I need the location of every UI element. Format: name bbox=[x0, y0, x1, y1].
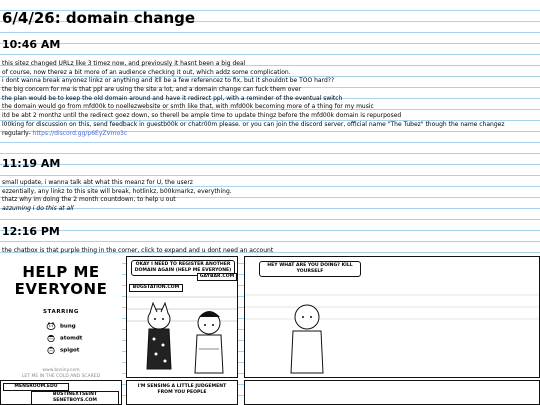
speech-bubble: HEY WHAT ARE YOU DOING? KILL YOURSELF bbox=[259, 261, 361, 277]
update-line: the big concern for me is that ppl are u… bbox=[2, 86, 302, 94]
comic-panel-1: OKAY I NEED TO REGISTER ANOTHER DOMAIN A… bbox=[126, 256, 238, 378]
atomdt-face-icon bbox=[46, 334, 56, 343]
update-line: the domain would go from mfd00k to noell… bbox=[2, 103, 374, 111]
update-line-prefix: regularly- bbox=[2, 129, 33, 137]
domain-sign: BUSTINEXTSEINT SENETBOYS.COM bbox=[31, 391, 119, 404]
update-line: small update, i wanna talk abt what this… bbox=[2, 179, 193, 186]
cast-name: spigot bbox=[60, 347, 80, 354]
comic-starring: STARRING bbox=[43, 309, 79, 315]
comic-title: HELP ME EVERYONE bbox=[0, 264, 122, 298]
comic-title-line: EVERYONE bbox=[14, 280, 108, 298]
update-line: l00king for discussion on this, send fee… bbox=[2, 120, 505, 128]
update-line: regularly- https://discord.gg/p6EyZVmo3c bbox=[2, 130, 505, 139]
spigot-face-icon bbox=[46, 346, 56, 355]
comic-panel-2: HEY WHAT ARE YOU DOING? KILL YOURSELF bbox=[244, 256, 540, 378]
comic-panel-4: I'M SENSING A LITTLE JUDGEMENT FROM YOU … bbox=[126, 380, 238, 405]
comic-strip: HELP ME EVERYONE STARRING bung atomdt sp… bbox=[0, 256, 540, 405]
domain-sign: BUGSTATION.COM bbox=[129, 284, 183, 292]
discord-link[interactable]: https://discord.gg/p6EyZVmo3c bbox=[33, 130, 128, 137]
update-line: of course, now therez a bit more of an a… bbox=[2, 68, 291, 76]
update-time-3: 12:16 PM bbox=[2, 225, 60, 238]
update-line: the plan would be to keep the old domain… bbox=[2, 94, 343, 102]
comic-panel-3: MENSROOM.EDU BUSTINEXTSEINT SENETBOYS.CO… bbox=[0, 380, 122, 405]
comic-panel-5 bbox=[244, 380, 540, 405]
cast-name: atomdt bbox=[60, 335, 83, 342]
comic-credit: LET ME IN THE COLD AND SCARED bbox=[21, 374, 101, 379]
cast-item: spigot bbox=[46, 346, 79, 355]
update-line: ezzentially, any linkz to this site will… bbox=[2, 187, 232, 195]
update-time-2: 11:19 AM bbox=[2, 157, 61, 170]
comic-title-line: HELP ME bbox=[22, 263, 100, 281]
domain-sign: GAYBAR.COM bbox=[197, 273, 237, 281]
update-line: this sitez changed URLz like 3 timez now… bbox=[2, 60, 246, 67]
speech-bubble: I'M SENSING A LITTLE JUDGEMENT FROM YOU … bbox=[129, 383, 235, 397]
update-line-italic: azzuming i do this at all bbox=[2, 205, 74, 213]
bung-face-icon bbox=[46, 321, 56, 330]
cast-item: atomdt bbox=[46, 334, 82, 343]
update-time-1: 10:46 AM bbox=[2, 38, 61, 51]
cast-item: bung bbox=[46, 321, 76, 331]
update-body-3: the chatbox is that purple thing in the … bbox=[2, 247, 273, 256]
update-body-1: this sitez changed URLz like 3 timez now… bbox=[2, 60, 505, 138]
blog-page: 6/4/26: domain change 10:46 AM this site… bbox=[0, 0, 540, 405]
update-line: thatz why im doing the 2 month countdown… bbox=[2, 196, 176, 204]
comic-credit: www.bnsiny.com bbox=[42, 368, 80, 373]
update-line: the chatbox is that purple thing in the … bbox=[2, 247, 274, 254]
domain-sign: MENSROOM.EDU bbox=[3, 383, 69, 391]
update-line: itd be abt 2 monthz until the redirect g… bbox=[2, 112, 402, 120]
cast-name: bung bbox=[60, 323, 76, 330]
update-line: i dont wanna break anyonez linkz or anyt… bbox=[2, 77, 335, 85]
update-body-2: small update, i wanna talk abt what this… bbox=[2, 179, 232, 214]
post-title: 6/4/26: domain change bbox=[2, 9, 196, 27]
